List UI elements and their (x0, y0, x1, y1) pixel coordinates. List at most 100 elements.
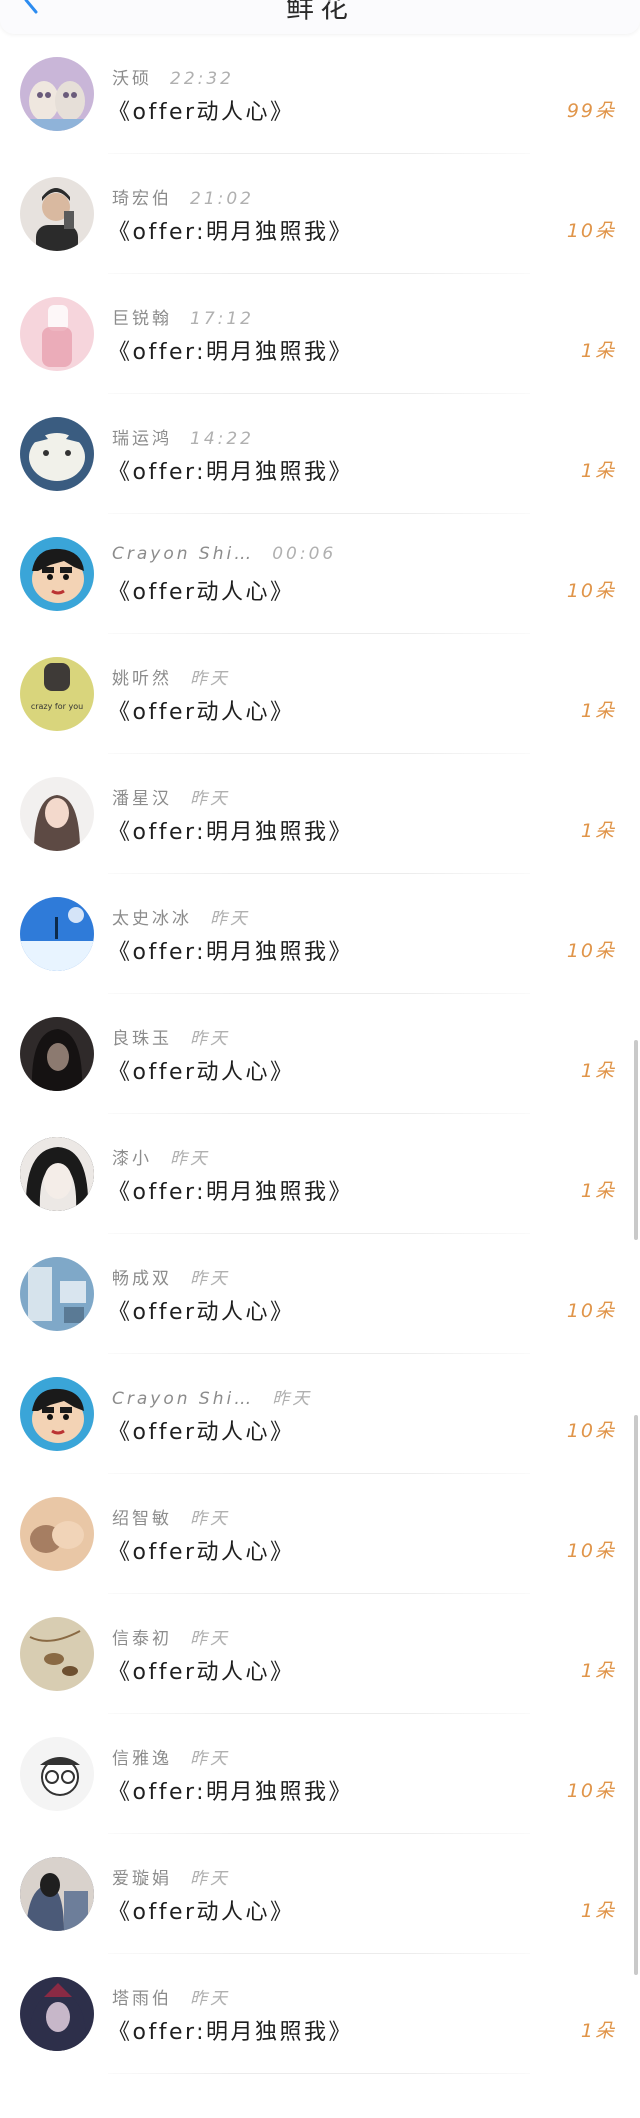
sender-meta: 信雅逸 昨天 (112, 1744, 230, 1769)
crazy-for-you-icon: crazy for you (20, 657, 94, 731)
flower-count: 1朵 (580, 700, 616, 722)
sent-time: 昨天 (190, 1749, 230, 1769)
sender-meta: 太史冰冰 昨天 (112, 904, 250, 929)
gift-title: 《offer动人心》 (108, 1540, 295, 1565)
crayon-shin-icon (20, 1377, 94, 1451)
flower-count: 10朵 (566, 220, 616, 242)
room-icon (20, 1257, 94, 1331)
flower-count: 1朵 (580, 1900, 616, 1922)
avatar[interactable] (20, 417, 94, 491)
list-item[interactable]: 良珠玉 昨天 《offer动人心》 1朵 (0, 994, 640, 1114)
gift-title: 《offer动人心》 (108, 1900, 295, 1925)
list-item[interactable]: 太史冰冰 昨天 《offer:明月独照我》 10朵 (0, 874, 640, 994)
flower-count: 1朵 (580, 820, 616, 842)
flower-count: 1朵 (580, 1660, 616, 1682)
girl-portrait-icon (20, 777, 94, 851)
flower-count: 10朵 (566, 1300, 616, 1322)
avatar[interactable] (20, 177, 94, 251)
sender-meta: 姚听然 昨天 (112, 664, 230, 689)
gift-title: 《offer动人心》 (108, 100, 295, 125)
sender-name: 沃硕 (112, 69, 152, 89)
list-item[interactable]: 爱璇娟 昨天 《offer动人心》 1朵 (0, 1834, 640, 1954)
list-item[interactable]: Crayon Shi… 00:06 《offer动人心》 10朵 (0, 514, 640, 634)
list-item[interactable]: 塔雨伯 昨天 《offer:明月独照我》 1朵 (0, 1954, 640, 2074)
avatar[interactable] (20, 297, 94, 371)
avatar[interactable] (20, 1377, 94, 1451)
cat-mask-icon (20, 417, 94, 491)
sender-meta: 瑞运鸿 14:22 (112, 424, 254, 449)
sent-time: 昨天 (190, 1509, 230, 1529)
avatar[interactable] (20, 1017, 94, 1091)
list-item[interactable]: 琦宏伯 21:02 《offer:明月独照我》 10朵 (0, 154, 640, 274)
list-item[interactable]: 信泰初 昨天 《offer动人心》 1朵 (0, 1594, 640, 1714)
gift-title: 《offer动人心》 (108, 700, 295, 725)
sent-time: 昨天 (190, 669, 230, 689)
list-item[interactable]: 巨锐翰 17:12 《offer:明月独照我》 1朵 (0, 274, 640, 394)
scrollbar-thumb[interactable] (634, 1040, 638, 1240)
sent-time: 昨天 (190, 1029, 230, 1049)
sender-name: 巨锐翰 (112, 309, 172, 329)
list-item[interactable]: 绍智敏 昨天 《offer动人心》 10朵 (0, 1474, 640, 1594)
list-item[interactable]: 漆小 昨天 《offer:明月独照我》 1朵 (0, 1114, 640, 1234)
avatar[interactable] (20, 777, 94, 851)
sender-name: 琦宏伯 (112, 189, 172, 209)
header-bar: 鲜花 (0, 0, 640, 34)
avatar[interactable] (20, 1737, 94, 1811)
flower-count: 1朵 (580, 1060, 616, 1082)
sender-name: 塔雨伯 (112, 1989, 172, 2009)
sent-time: 21:02 (190, 189, 254, 209)
avatar[interactable] (20, 1977, 94, 2051)
warrior-icon (20, 1977, 94, 2051)
flower-count: 1朵 (580, 460, 616, 482)
gift-title: 《offer:明月独照我》 (108, 460, 354, 485)
gift-title: 《offer动人心》 (108, 1300, 295, 1325)
avatar[interactable] (20, 1257, 94, 1331)
sender-meta: 绍智敏 昨天 (112, 1504, 230, 1529)
gift-title: 《offer:明月独照我》 (108, 820, 354, 845)
avatar[interactable] (20, 537, 94, 611)
page-title: 鲜花 (285, 0, 354, 24)
sender-name: 姚听然 (112, 669, 172, 689)
dark-hair-icon (20, 1017, 94, 1091)
sender-meta: 潘星汉 昨天 (112, 784, 230, 809)
gift-title: 《offer:明月独照我》 (108, 1180, 354, 1205)
gift-title: 《offer:明月独照我》 (108, 340, 354, 365)
avatar[interactable] (20, 1617, 94, 1691)
list-item[interactable]: 瑞运鸿 14:22 《offer:明月独照我》 1朵 (0, 394, 640, 514)
sender-name: 爱璇娟 (112, 1869, 172, 1889)
sender-name: 潘星汉 (112, 789, 172, 809)
sent-time: 昨天 (190, 789, 230, 809)
anime-girl-icon (20, 1137, 94, 1211)
list-item[interactable]: crazy for you 姚听然 昨天 《offer动人心》 1朵 (0, 634, 640, 754)
couple-icon (20, 1857, 94, 1931)
list-item[interactable]: 信雅逸 昨天 《offer:明月独照我》 10朵 (0, 1714, 640, 1834)
flower-count: 10朵 (566, 580, 616, 602)
sent-time: 昨天 (210, 909, 250, 929)
avatar[interactable]: crazy for you (20, 657, 94, 731)
avatar[interactable] (20, 1857, 94, 1931)
sender-meta: 塔雨伯 昨天 (112, 1984, 230, 2009)
list-item[interactable]: 沃硕 22:32 《offer动人心》 99朵 (0, 34, 640, 154)
gift-title: 《offer动人心》 (108, 1660, 295, 1685)
gift-title: 《offer动人心》 (108, 1060, 295, 1085)
sender-name: 信雅逸 (112, 1749, 172, 1769)
gift-title: 《offer动人心》 (108, 580, 295, 605)
avatar[interactable] (20, 1497, 94, 1571)
sent-time: 昨天 (190, 1629, 230, 1649)
avatar[interactable] (20, 1137, 94, 1211)
sender-meta: 漆小 昨天 (112, 1144, 210, 1169)
sender-name: Crayon Shi… (112, 544, 255, 564)
sent-time: 昨天 (190, 1989, 230, 2009)
sender-meta: Crayon Shi… 00:06 (112, 544, 336, 564)
list-item[interactable]: 畅成双 昨天 《offer动人心》 10朵 (0, 1234, 640, 1354)
scrollbar-thumb-secondary[interactable] (634, 1415, 638, 1975)
sender-name: 太史冰冰 (112, 909, 192, 929)
sender-meta: 良珠玉 昨天 (112, 1024, 230, 1049)
avatar[interactable] (20, 57, 94, 131)
gift-title: 《offer动人心》 (108, 1420, 295, 1445)
list-item[interactable]: Crayon Shi… 昨天 《offer动人心》 10朵 (0, 1354, 640, 1474)
flower-count: 10朵 (566, 1540, 616, 1562)
sent-time: 14:22 (190, 429, 254, 449)
list-item[interactable]: 潘星汉 昨天 《offer:明月独照我》 1朵 (0, 754, 640, 874)
avatar[interactable] (20, 897, 94, 971)
